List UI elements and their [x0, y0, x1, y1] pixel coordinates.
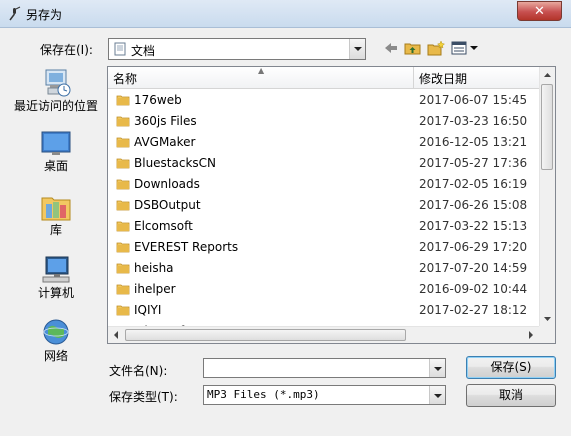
- file-name-cell: ihelper: [134, 282, 176, 296]
- column-header-modified[interactable]: 修改日期: [419, 70, 467, 87]
- chevron-down-icon[interactable]: [349, 39, 365, 59]
- up-folder-icon[interactable]: [404, 40, 422, 56]
- file-row[interactable]: EVEREST Reports 2017-06-29 17:20: [108, 237, 540, 258]
- close-button[interactable]: ✕: [517, 1, 562, 21]
- file-date-cell: 2017-03-22 15:13: [419, 219, 528, 233]
- computer-icon: [42, 256, 70, 283]
- scroll-corner: [539, 326, 555, 343]
- place-label: 最近访问的位置: [14, 99, 99, 113]
- file-name-cell: heisha: [134, 261, 174, 275]
- cancel-button[interactable]: 取消: [466, 384, 556, 407]
- place-computer[interactable]: 计算机: [14, 255, 98, 300]
- chevron-down-icon[interactable]: [429, 359, 445, 377]
- save-in-value: 文档: [131, 44, 156, 58]
- place-recent[interactable]: 最近访问的位置: [14, 66, 98, 113]
- network-icon: [43, 319, 69, 345]
- file-row[interactable]: heisha 2017-07-20 14:59: [108, 258, 540, 279]
- scroll-right-icon[interactable]: [523, 327, 539, 343]
- file-date-cell: 2017-06-29 17:20: [419, 240, 528, 254]
- sort-ascending-icon: ▲: [258, 66, 265, 75]
- file-name-cell: 360js Files: [134, 114, 197, 128]
- folder-icon: [116, 240, 130, 254]
- save-button[interactable]: 保存(S): [466, 356, 556, 379]
- file-list-header: ▲ 名称 修改日期: [108, 67, 540, 89]
- new-folder-icon[interactable]: [427, 40, 445, 56]
- scroll-up-icon[interactable]: [540, 67, 555, 83]
- title-bar[interactable]: [0, 0, 571, 28]
- file-date-cell: 2017-07-20 14:59: [419, 261, 528, 275]
- folder-icon: [116, 219, 130, 233]
- place-desktop[interactable]: 桌面: [14, 130, 98, 173]
- file-name-input[interactable]: [203, 358, 446, 378]
- save-in-dropdown[interactable]: 文档: [108, 38, 366, 60]
- vertical-scrollbar[interactable]: [539, 67, 555, 327]
- chevron-down-icon[interactable]: [429, 386, 445, 404]
- file-date-cell: 2017-02-27 18:12: [419, 303, 528, 317]
- desktop-icon: [41, 131, 71, 155]
- recent-places-icon: [45, 69, 71, 97]
- horizontal-scroll-thumb[interactable]: [125, 329, 406, 341]
- column-divider[interactable]: [413, 67, 414, 88]
- folder-icon: [116, 198, 130, 212]
- file-date-cell: 2017-03-23 16:50: [419, 114, 528, 128]
- file-type-label: 保存类型(T):: [109, 390, 178, 404]
- file-row[interactable]: Elcomsoft 2017-03-22 15:13: [108, 216, 540, 237]
- file-name-cell: Downloads: [134, 177, 200, 191]
- vertical-scroll-thumb[interactable]: [541, 84, 553, 170]
- file-list[interactable]: ▲ 名称 修改日期 176web 2017-06-07 15:45 360js Fi…: [107, 66, 556, 344]
- microphone-icon: [9, 6, 21, 21]
- place-label: 库: [49, 223, 62, 237]
- file-name-history-dropdown[interactable]: [429, 359, 445, 377]
- file-date-cell: 2017-02-05 16:19: [419, 177, 528, 191]
- file-row[interactable]: DSBOutput 2017-06-26 15:08: [108, 195, 540, 216]
- file-name-label: 文件名(N):: [109, 364, 168, 378]
- file-name-cell: EVEREST Reports: [134, 240, 239, 254]
- folder-icon: [116, 177, 130, 191]
- file-row[interactable]: 360js Files 2017-03-23 16:50: [108, 111, 540, 132]
- file-row[interactable]: BluestacksCN 2017-05-27 17:36: [108, 153, 540, 174]
- file-name-cell: BluestacksCN: [134, 156, 217, 170]
- file-name-cell: 176web: [134, 93, 182, 107]
- file-date-cell: 2017-06-07 15:45: [419, 93, 528, 107]
- file-type-select[interactable]: MP3 Files (*.mp3): [203, 385, 446, 405]
- place-label: 桌面: [43, 159, 68, 173]
- horizontal-scrollbar[interactable]: [108, 326, 540, 343]
- file-date-cell: 2017-06-26 15:08: [419, 198, 528, 212]
- scroll-left-icon[interactable]: [108, 327, 124, 343]
- column-header-name[interactable]: 名称: [113, 70, 137, 87]
- file-row[interactable]: Downloads 2017-02-05 16:19: [108, 174, 540, 195]
- folder-icon: [116, 282, 130, 296]
- scroll-down-icon[interactable]: [540, 311, 555, 327]
- file-name-cell: IQIYI: [134, 303, 162, 317]
- place-label: 网络: [43, 349, 68, 363]
- folder-icon: [116, 135, 130, 149]
- file-name-cell: Elcomsoft: [134, 219, 193, 233]
- folder-icon: [116, 261, 130, 275]
- file-name-cell: DSBOutput: [134, 198, 201, 212]
- file-row[interactable]: 176web 2017-06-07 15:45: [108, 90, 540, 111]
- file-date-cell: 2016-09-02 10:44: [419, 282, 528, 296]
- save-in-label: 保存在(I):: [40, 43, 93, 57]
- window-title: 另存为: [26, 8, 63, 22]
- place-network[interactable]: 网络: [14, 318, 98, 363]
- place-label: 计算机: [37, 286, 74, 300]
- folder-icon: [116, 303, 130, 317]
- file-name-cell: AVGMaker: [134, 135, 196, 149]
- folder-icon: [116, 114, 130, 128]
- folder-icon: [116, 93, 130, 107]
- file-type-value: MP3 Files (*.mp3): [207, 388, 320, 401]
- documents-folder-icon: [114, 42, 126, 56]
- file-row[interactable]: AVGMaker 2016-12-05 13:21: [108, 132, 540, 153]
- place-library[interactable]: 库: [14, 192, 98, 237]
- file-date-cell: 2016-12-05 13:21: [419, 135, 528, 149]
- file-row[interactable]: ihelper 2016-09-02 10:44: [108, 279, 540, 300]
- view-menu-icon[interactable]: [451, 40, 479, 56]
- folder-icon: [116, 156, 130, 170]
- library-icon: [41, 197, 71, 221]
- file-date-cell: 2017-05-27 17:36: [419, 156, 528, 170]
- file-row[interactable]: IQIYI 2017-02-27 18:12: [108, 300, 540, 321]
- back-arrow-icon[interactable]: [382, 40, 400, 56]
